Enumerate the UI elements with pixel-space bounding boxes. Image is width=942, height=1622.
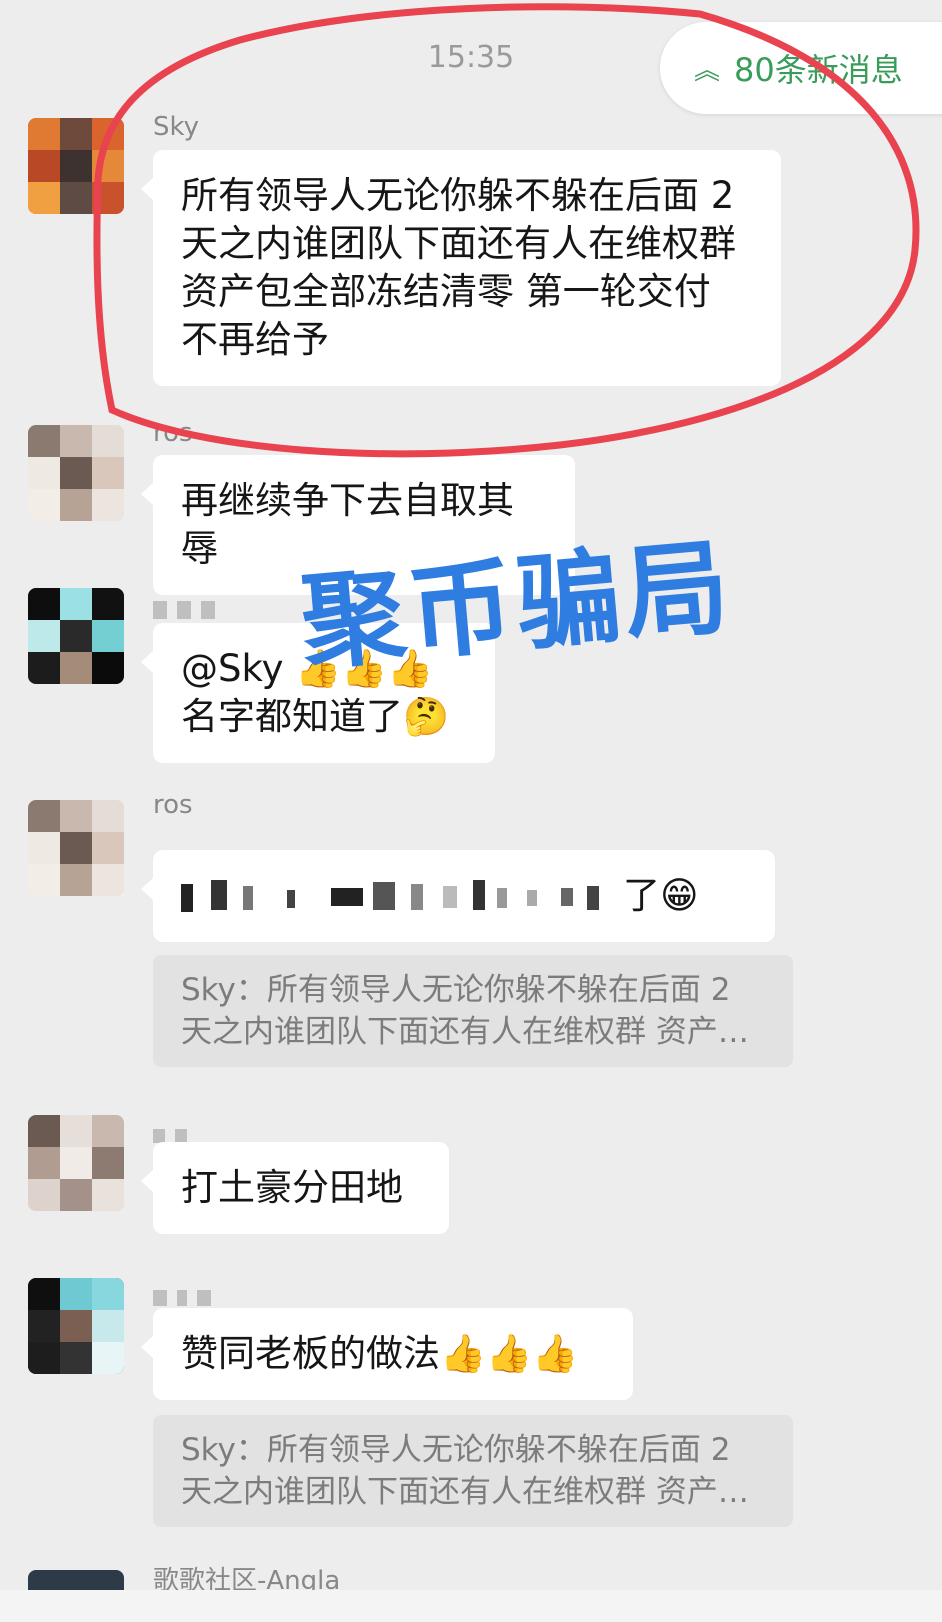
pixelated-avatar-image xyxy=(28,1278,124,1374)
sender-name: Sky xyxy=(153,112,200,142)
avatar-ros[interactable] xyxy=(28,800,124,896)
sender-name: ros xyxy=(153,418,193,448)
sender-name: ros xyxy=(153,790,193,820)
avatar-user[interactable] xyxy=(28,1115,124,1211)
message-text: 了😁 xyxy=(623,874,699,917)
message-text: 打土豪分田地 xyxy=(181,1166,403,1209)
avatar-user[interactable] xyxy=(28,1278,124,1374)
pixelated-avatar-image xyxy=(28,425,124,521)
message-text-line: 名字都知道了🤔 xyxy=(181,695,450,738)
new-messages-label: 80条新消息 xyxy=(734,51,903,89)
avatar-ros[interactable] xyxy=(28,425,124,521)
message-text: 赞同老板的做法👍👍👍 xyxy=(181,1332,579,1375)
quote-text-line: Sky：所有领导人无论你躲不躲在后面 2 xyxy=(181,1432,731,1468)
avatar-user[interactable] xyxy=(28,588,124,684)
pixelated-avatar-image xyxy=(28,800,124,896)
pixelated-avatar-image xyxy=(28,588,124,684)
message-bubble[interactable]: 所有领导人无论你躲不躲在后面 2 天之内谁团队下面还有人在维权群 资产包全部冻结… xyxy=(141,150,781,386)
quote-text-line: 天之内谁团队下面还有人在维权群 资产… xyxy=(181,1014,749,1050)
pixelated-avatar-image xyxy=(28,1115,124,1211)
pixelated-avatar-image xyxy=(28,118,124,214)
redacted-text xyxy=(181,880,599,912)
bottom-edge xyxy=(0,1590,942,1622)
double-chevron-up-icon: ︽ xyxy=(694,55,721,86)
message-text-line: 天之内谁团队下面还有人在维权群 xyxy=(181,222,736,265)
message-text-line: 所有领导人无论你躲不躲在后面 2 xyxy=(181,174,735,217)
message-text-line: 不再给予 xyxy=(181,318,329,361)
quoted-message[interactable]: Sky：所有领导人无论你躲不躲在后面 2 天之内谁团队下面还有人在维权群 资产… xyxy=(153,1415,793,1527)
message-text-line: 资产包全部冻结清零 第一轮交付 xyxy=(181,270,711,313)
quoted-message[interactable]: Sky：所有领导人无论你躲不躲在后面 2 天之内谁团队下面还有人在维权群 资产… xyxy=(153,955,793,1067)
message-bubble[interactable]: 赞同老板的做法👍👍👍 xyxy=(141,1308,633,1400)
quote-text-line: Sky：所有领导人无论你躲不躲在后面 2 xyxy=(181,972,731,1008)
new-messages-button[interactable]: ︽ 80条新消息 xyxy=(660,22,942,114)
sender-name-blurred xyxy=(153,596,225,626)
avatar-sky[interactable] xyxy=(28,118,124,214)
message-bubble[interactable]: 了😁 xyxy=(141,850,775,942)
quote-text-line: 天之内谁团队下面还有人在维权群 资产… xyxy=(181,1474,749,1510)
message-bubble[interactable]: 打土豪分田地 xyxy=(141,1142,449,1234)
